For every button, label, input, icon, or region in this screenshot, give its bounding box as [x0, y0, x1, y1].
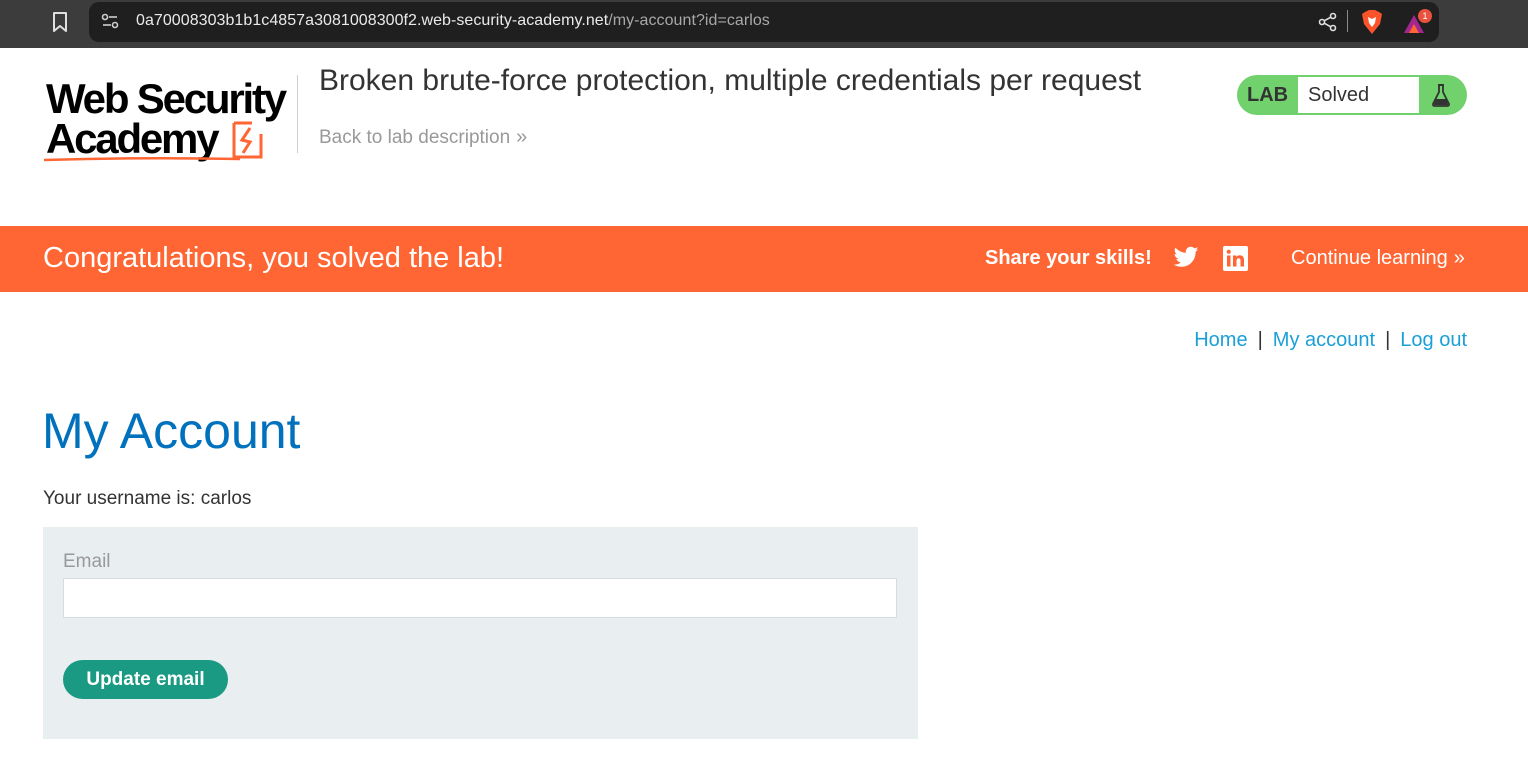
notification-badge: 1	[1422, 11, 1427, 21]
share-icon[interactable]	[1318, 12, 1338, 32]
nav-home-link[interactable]: Home	[1194, 329, 1247, 351]
update-email-button[interactable]: Update email	[63, 660, 228, 699]
chevron-right-icon: »	[516, 126, 528, 148]
url-path: /my-account?id=carlos	[608, 12, 770, 29]
nav-log-out-link[interactable]: Log out	[1400, 329, 1467, 351]
web-security-academy-logo[interactable]: Web Security Academy	[42, 72, 297, 164]
address-bar-divider	[1347, 10, 1348, 32]
username-line: Your username is: carlos	[43, 488, 252, 509]
page-title: My Account	[42, 403, 301, 459]
logo-lightning-icon	[232, 121, 263, 159]
site-info-icon[interactable]	[101, 13, 119, 29]
linkedin-icon[interactable]	[1223, 246, 1248, 271]
top-navigation: Home | My account | Log out	[1194, 329, 1467, 352]
browser-toolbar: 0a70008303b1b1c4857a3081008300f2.web-sec…	[0, 0, 1528, 48]
nav-separator: |	[1257, 329, 1263, 351]
url-host: 0a70008303b1b1c4857a3081008300f2.web-sec…	[136, 12, 609, 29]
back-to-lab-description-link[interactable]: Back to lab description»	[319, 126, 527, 149]
nav-separator: |	[1385, 329, 1391, 351]
share-skills-label: Share your skills!	[985, 247, 1152, 269]
brave-shield-icon[interactable]	[1361, 9, 1383, 35]
twitter-icon[interactable]	[1174, 246, 1199, 268]
brave-rewards-icon[interactable]: 1	[1402, 8, 1434, 36]
update-email-form: Email Update email	[43, 527, 918, 739]
continue-learning-label: Continue learning	[1291, 247, 1448, 269]
congratulations-message: Congratulations, you solved the lab!	[43, 242, 505, 274]
continue-learning-link[interactable]: Continue learning»	[1291, 247, 1465, 270]
flask-icon	[1432, 84, 1450, 107]
logo-underline	[43, 156, 241, 162]
back-link-label: Back to lab description	[319, 127, 511, 148]
bookmark-icon[interactable]	[50, 11, 70, 33]
lab-tag: LAB	[1247, 84, 1289, 106]
nav-my-account-link[interactable]: My account	[1273, 329, 1375, 351]
lab-title: Broken brute-force protection, multiple …	[319, 64, 1142, 97]
lab-status-box: Solved	[1298, 77, 1419, 113]
lab-status-widget: LAB Solved	[1237, 75, 1467, 115]
email-input[interactable]	[63, 578, 897, 618]
chevron-right-icon: »	[1453, 247, 1465, 269]
lab-status-text: Solved	[1308, 84, 1370, 106]
url-text[interactable]: 0a70008303b1b1c4857a3081008300f2.web-sec…	[136, 12, 770, 30]
email-label: Email	[63, 551, 111, 572]
header-divider	[297, 75, 298, 153]
solved-banner: Congratulations, you solved the lab! Sha…	[0, 226, 1528, 292]
